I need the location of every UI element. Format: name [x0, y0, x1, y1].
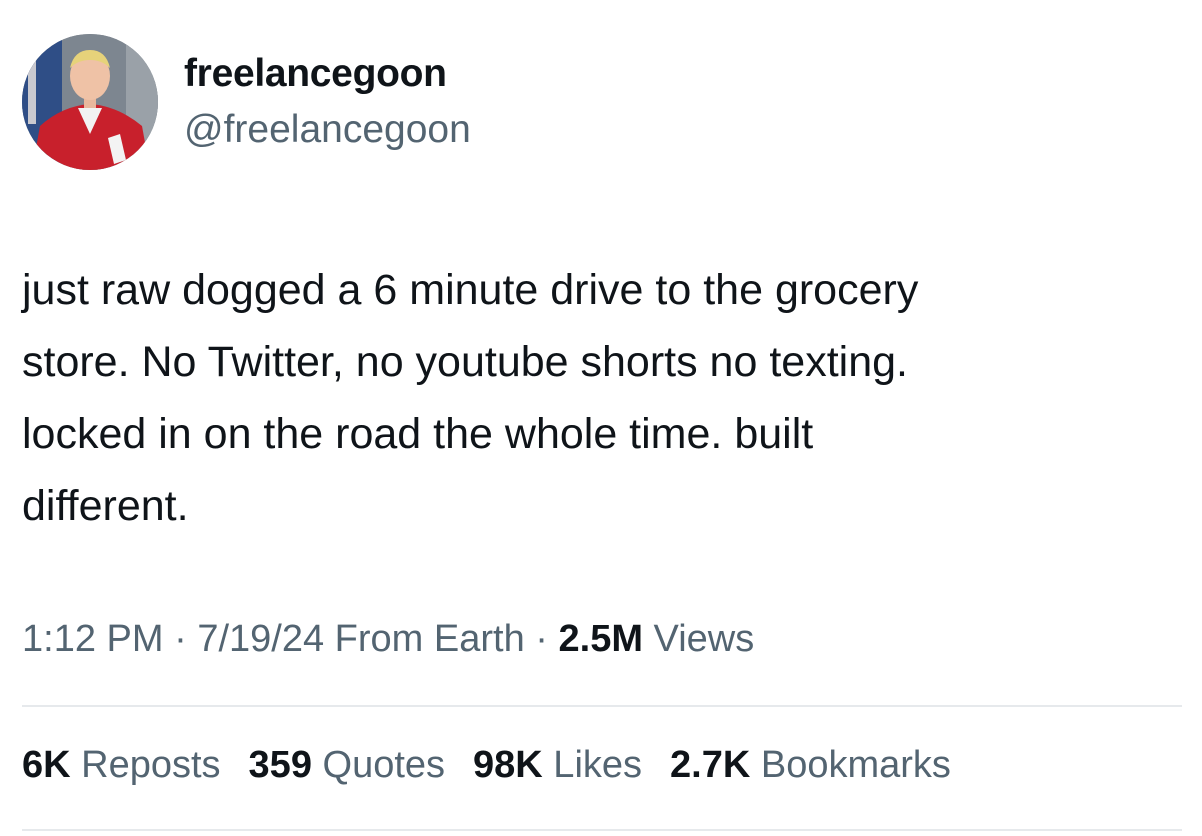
tweet-text-line: just raw dogged a 6 minute drive to the …: [22, 266, 919, 314]
tweet-text-line: store. No Twitter, no youtube shorts no …: [22, 338, 908, 386]
views-label: Views: [642, 618, 755, 660]
divider: [22, 829, 1182, 831]
tweet-text: just raw dogged a 6 minute drive to the …: [22, 254, 1182, 542]
tweet-meta: 1:12 PM · 7/19/24 From Earth · 2.5M View…: [22, 618, 754, 661]
meta-separator: ·: [163, 618, 198, 660]
display-name[interactable]: freelancegoon: [184, 52, 447, 96]
reposts-count: 6K: [22, 744, 71, 786]
reposts-stat[interactable]: 6K Reposts: [22, 744, 221, 787]
reposts-label: Reposts: [70, 744, 221, 786]
likes-label: Likes: [542, 744, 643, 786]
quotes-count: 359: [248, 744, 312, 786]
views-count: 2.5M: [558, 618, 643, 660]
bookmarks-stat[interactable]: 2.7K Bookmarks: [670, 744, 951, 787]
divider: [22, 705, 1182, 707]
tweet-time[interactable]: 1:12 PM: [22, 618, 164, 660]
quotes-stat[interactable]: 359 Quotes: [249, 744, 445, 787]
tweet-date[interactable]: 7/19/24: [197, 618, 324, 660]
avatar-image: [22, 34, 158, 170]
tweet-source: From Earth: [324, 618, 525, 660]
user-handle[interactable]: @freelancegoon: [184, 108, 471, 152]
likes-stat[interactable]: 98K Likes: [473, 744, 642, 787]
likes-count: 98K: [473, 744, 543, 786]
bookmarks-count: 2.7K: [670, 744, 751, 786]
quotes-label: Quotes: [311, 744, 446, 786]
bookmarks-label: Bookmarks: [750, 744, 951, 786]
tweet-text-line: different.: [22, 482, 189, 530]
meta-separator: ·: [524, 618, 559, 660]
tweet-text-line: locked in on the road the whole time. bu…: [22, 410, 814, 458]
engagement-stats: 6K Reposts 359 Quotes 98K Likes 2.7K Boo…: [22, 744, 951, 787]
avatar[interactable]: [22, 34, 158, 170]
